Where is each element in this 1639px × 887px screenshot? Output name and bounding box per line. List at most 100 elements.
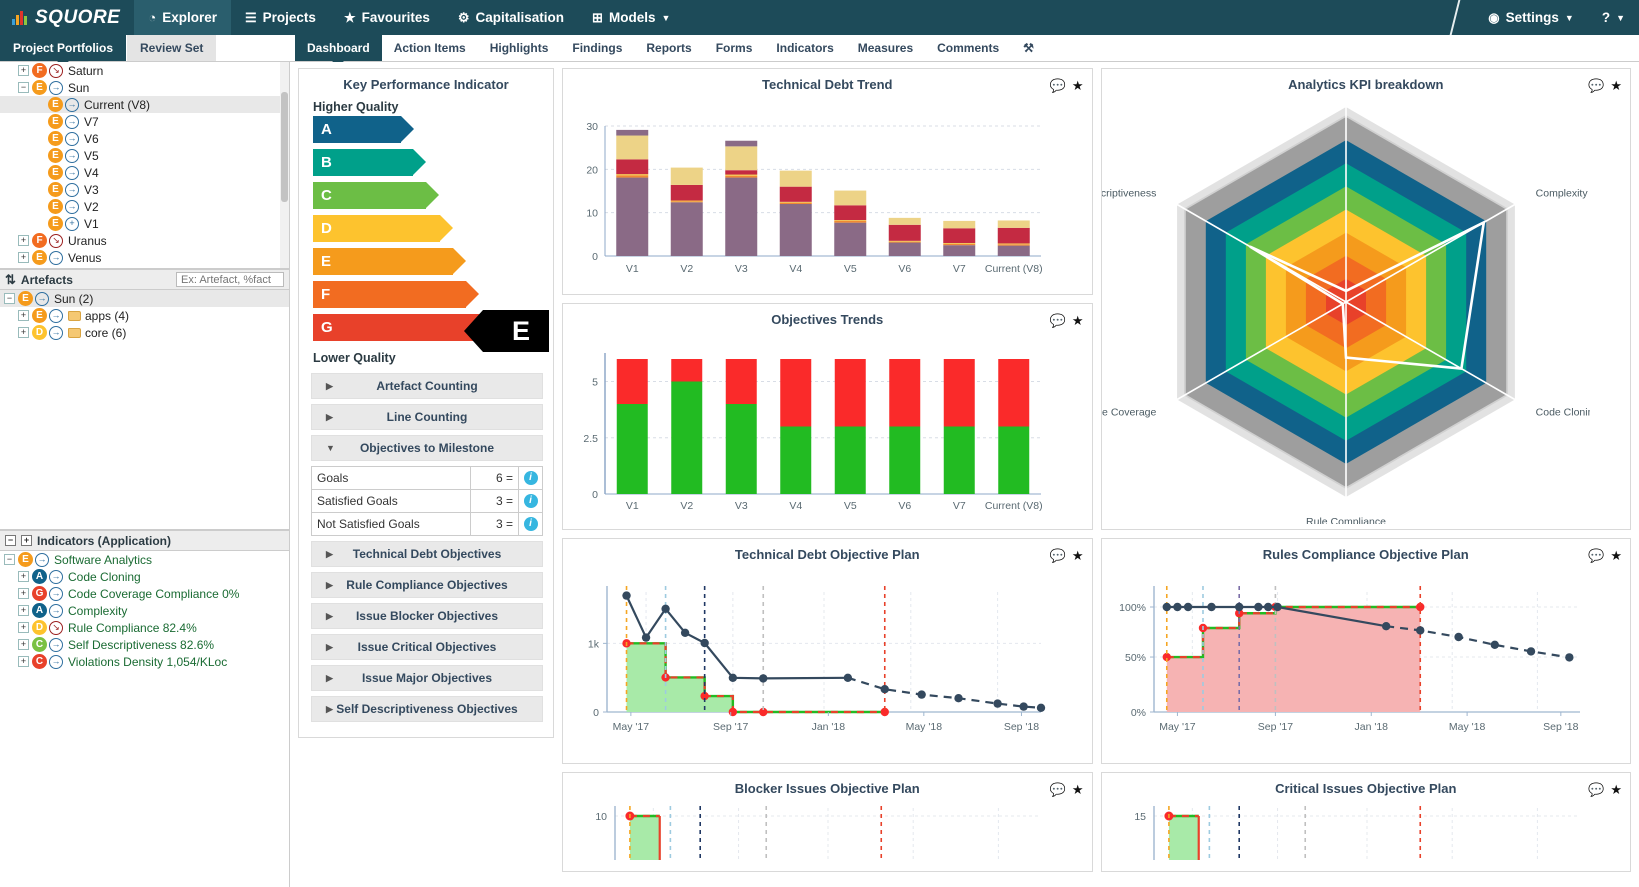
accordion-header-issue-major-objectives[interactable]: ▶ Issue Major Objectives bbox=[311, 665, 543, 691]
indicator-item-code-coverage[interactable]: + G → Code Coverage Compliance 0% bbox=[0, 585, 289, 602]
tab-indicators[interactable]: Indicators bbox=[764, 35, 846, 61]
tree-expander[interactable] bbox=[34, 167, 45, 178]
tree-expander[interactable]: + bbox=[18, 622, 29, 633]
tree-expander[interactable] bbox=[34, 116, 45, 127]
info-icon[interactable]: i bbox=[523, 494, 538, 508]
tree-item-sun[interactable]: − E → Sun bbox=[0, 79, 289, 96]
comment-icon[interactable]: 💬 bbox=[1050, 78, 1066, 94]
project-tree[interactable]: + F ↘ Saturn − E → Sun E → Current (V8) E → V7 E → V6 E → V… bbox=[0, 62, 289, 269]
comment-icon[interactable]: 💬 bbox=[1050, 782, 1066, 798]
tab-project-portfolios[interactable]: Project Portfolios bbox=[0, 35, 128, 61]
nav-item-capitalisation[interactable]: ⚙ Capitalisation bbox=[444, 0, 578, 35]
tree-expander[interactable] bbox=[34, 201, 45, 212]
artefacts-tree[interactable]: − E → Sun (2) + E → apps (4) + D → core (6) bbox=[0, 290, 289, 378]
artefact-item-core[interactable]: + D → core (6) bbox=[0, 324, 289, 341]
star-icon[interactable]: ★ bbox=[1610, 782, 1622, 798]
comment-icon[interactable]: 💬 bbox=[1050, 548, 1066, 564]
expand-all-icon[interactable]: + bbox=[21, 535, 32, 546]
tree-item-v2[interactable]: E → V2 bbox=[0, 198, 289, 215]
tree-expander[interactable]: + bbox=[18, 571, 29, 582]
tab-reports[interactable]: Reports bbox=[634, 35, 704, 61]
tree-item-v4[interactable]: E → V4 bbox=[0, 164, 289, 181]
tree-expander[interactable]: + bbox=[18, 605, 29, 616]
accordion-header-rule-compliance-objectives[interactable]: ▶ Rule Compliance Objectives bbox=[311, 572, 543, 598]
tree-expander[interactable] bbox=[34, 133, 45, 144]
tree-scrollbar-thumb[interactable] bbox=[281, 92, 288, 202]
indicator-item-code-cloning[interactable]: + A → Code Cloning bbox=[0, 568, 289, 585]
comment-icon[interactable]: 💬 bbox=[1588, 548, 1604, 564]
tree-expander[interactable]: + bbox=[18, 639, 29, 650]
tree-item-v3[interactable]: E → V3 bbox=[0, 181, 289, 198]
tree-expander[interactable]: − bbox=[4, 293, 15, 304]
accordion-header-objectives-to-milestone[interactable]: ▼ Objectives to Milestone bbox=[311, 435, 543, 461]
tree-expander[interactable]: + bbox=[18, 588, 29, 599]
star-icon[interactable]: ★ bbox=[1072, 782, 1084, 798]
tree-item-v7[interactable]: E → V7 bbox=[0, 113, 289, 130]
tree-expander[interactable]: + bbox=[18, 252, 29, 263]
artefact-item-apps[interactable]: + E → apps (4) bbox=[0, 307, 289, 324]
star-icon[interactable]: ★ bbox=[1610, 78, 1622, 94]
app-logo[interactable]: SQUORE bbox=[0, 7, 134, 29]
accordion-header-self-descriptiveness-objectives[interactable]: ▶ Self Descriptiveness Objectives bbox=[311, 696, 543, 722]
tab-forms[interactable]: Forms bbox=[703, 35, 765, 61]
comment-icon[interactable]: 💬 bbox=[1588, 782, 1604, 798]
sort-filter-icon[interactable]: ⇅ bbox=[5, 272, 16, 288]
tree-expander[interactable]: + bbox=[18, 235, 29, 246]
tab-comments[interactable]: Comments bbox=[925, 35, 1012, 61]
info-icon[interactable]: i bbox=[523, 471, 538, 485]
tree-expander[interactable]: − bbox=[18, 82, 29, 93]
indicator-item-violations-density[interactable]: + C → Violations Density 1,054/KLoc bbox=[0, 653, 289, 670]
settings-menu[interactable]: ◉ Settings ▼ bbox=[1474, 0, 1588, 35]
comment-icon[interactable]: 💬 bbox=[1588, 78, 1604, 94]
star-icon[interactable]: ★ bbox=[1610, 548, 1622, 564]
tab-dashboard[interactable]: Dashboard bbox=[295, 35, 382, 61]
comment-icon[interactable]: 💬 bbox=[1050, 313, 1066, 329]
tree-item-saturn[interactable]: + F ↘ Saturn bbox=[0, 62, 289, 79]
accordion-header-issue-blocker-objectives[interactable]: ▶ Issue Blocker Objectives bbox=[311, 603, 543, 629]
tree-expander[interactable] bbox=[34, 184, 45, 195]
nav-item-projects[interactable]: ☰ Projects bbox=[231, 0, 330, 35]
info-icon[interactable]: i bbox=[523, 517, 538, 531]
accordion-header-technical-debt-objectives[interactable]: ▶ Technical Debt Objectives bbox=[311, 541, 543, 567]
collapse-all-icon[interactable]: − bbox=[5, 535, 16, 546]
star-icon[interactable]: ★ bbox=[1072, 548, 1084, 564]
artefact-item-sun[interactable]: − E → Sun (2) bbox=[0, 290, 289, 307]
tree-expander[interactable] bbox=[34, 150, 45, 161]
tree-expander[interactable] bbox=[34, 218, 45, 229]
tree-expander[interactable]: − bbox=[4, 554, 15, 565]
tree-item-v5[interactable]: E → V5 bbox=[0, 147, 289, 164]
svg-text:V1: V1 bbox=[626, 263, 639, 275]
nav-item-models[interactable]: ⊞ Models ▼ bbox=[578, 0, 684, 35]
indicator-item-self-descriptiveness[interactable]: + C → Self Descriptiveness 82.6% bbox=[0, 636, 289, 653]
tab-measures[interactable]: Measures bbox=[845, 35, 926, 61]
tree-expander[interactable]: + bbox=[18, 656, 29, 667]
indicators-tree[interactable]: − E → Software Analytics + A → Code Cloning + G → C… bbox=[0, 551, 289, 736]
tree-item-current-v8-[interactable]: E → Current (V8) bbox=[0, 96, 289, 113]
tree-expander[interactable]: + bbox=[18, 327, 29, 338]
tree-item-v6[interactable]: E → V6 bbox=[0, 130, 289, 147]
tree-scrollbar-track[interactable] bbox=[280, 62, 289, 268]
accordion-header-issue-critical-objectives[interactable]: ▶ Issue Critical Objectives bbox=[311, 634, 543, 660]
tab-action-items[interactable]: Action Items bbox=[381, 35, 478, 61]
tree-item-venus[interactable]: + E → Venus bbox=[0, 249, 289, 266]
star-icon[interactable]: ★ bbox=[1072, 78, 1084, 94]
help-menu[interactable]: ? ▼ bbox=[1588, 0, 1639, 35]
tree-item-v1[interactable]: E + V1 bbox=[0, 215, 289, 232]
accordion-header-artefact-counting[interactable]: ▶ Artefact Counting bbox=[311, 373, 543, 399]
tab-tools[interactable]: ⚒ bbox=[1011, 35, 1046, 61]
accordion-header-line-counting[interactable]: ▶ Line Counting bbox=[311, 404, 543, 430]
indicator-item-complexity[interactable]: + A → Complexity bbox=[0, 602, 289, 619]
tab-highlights[interactable]: Highlights bbox=[477, 35, 561, 61]
indicator-item-software-analytics[interactable]: − E → Software Analytics bbox=[0, 551, 289, 568]
tree-expander[interactable]: + bbox=[18, 310, 29, 321]
tree-expander[interactable] bbox=[34, 99, 45, 110]
star-icon[interactable]: ★ bbox=[1072, 313, 1084, 329]
artefacts-filter-input[interactable] bbox=[176, 272, 284, 287]
tab-findings[interactable]: Findings bbox=[560, 35, 635, 61]
indicator-item-rule-compliance[interactable]: + D ↘ Rule Compliance 82.4% bbox=[0, 619, 289, 636]
nav-item-explorer[interactable]: ◔ Explorer bbox=[134, 0, 231, 35]
tab-review-set[interactable]: Review Set bbox=[127, 35, 218, 61]
nav-item-favourites[interactable]: ★ Favourites bbox=[330, 0, 444, 35]
tree-item-uranus[interactable]: + F ↘ Uranus bbox=[0, 232, 289, 249]
tree-expander[interactable]: + bbox=[18, 65, 29, 76]
